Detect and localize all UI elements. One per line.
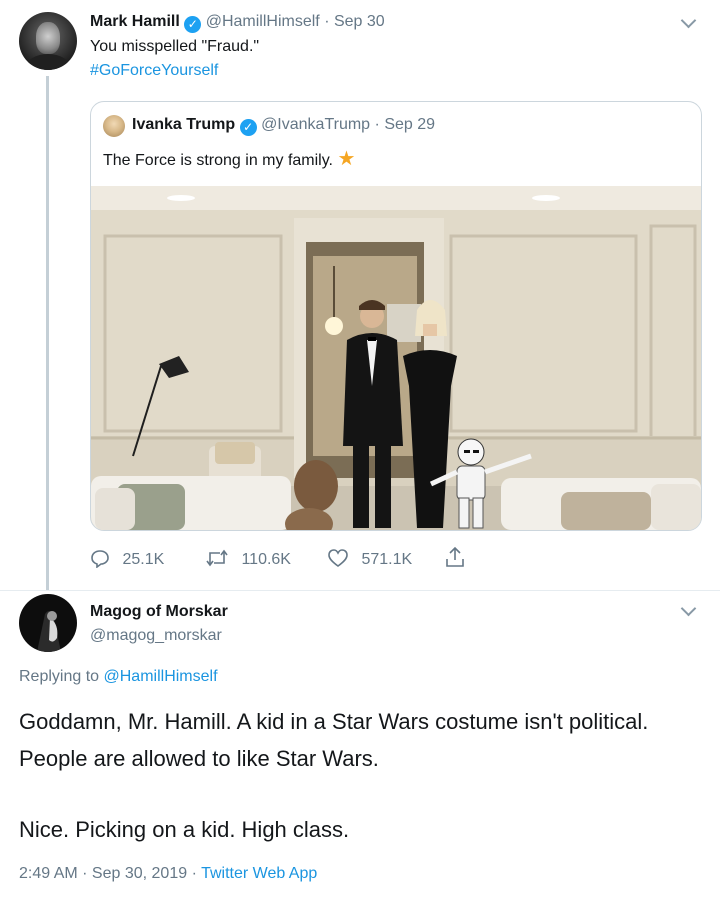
tweet1-handle[interactable]: @HamillHimself <box>206 13 320 30</box>
reply-footer: 2:49 AM · Sep 30, 2019 · Twitter Web App <box>19 865 318 882</box>
chevron-down-icon[interactable] <box>680 12 697 29</box>
replying-to: Replying to @HamillHimself <box>19 668 218 685</box>
verified-badge-icon: ✓ <box>184 16 202 33</box>
tweet1-hashtag[interactable]: #GoForceYourself <box>90 62 218 80</box>
tweet1-date[interactable]: Sep 30 <box>334 13 385 30</box>
like-count: 571.1K <box>361 551 413 568</box>
tweet1-text: You misspelled "Fraud." <box>90 38 260 55</box>
quoted-author-name: Ivanka Trump <box>132 116 236 133</box>
chevron-down-icon[interactable] <box>680 600 697 617</box>
divider <box>0 590 720 591</box>
retweet-count: 110.6K <box>241 551 291 568</box>
reply-paragraph-1: Goddamn, Mr. Hamill. A kid in a Star War… <box>19 709 649 771</box>
avatar-mark-hamill[interactable] <box>19 12 77 70</box>
avatar-ivanka-trump <box>103 115 125 137</box>
tweet1-header: Mark Hamill ✓ @HamillHimself · Sep 30 <box>90 13 385 33</box>
like-icon <box>328 549 348 567</box>
quoted-tweet-card[interactable]: Ivanka Trump ✓ @IvankaTrump · Sep 29 The… <box>90 101 702 531</box>
tweet1-author-name[interactable]: Mark Hamill <box>90 13 180 30</box>
share-icon <box>446 546 464 567</box>
verified-badge-icon: ✓ <box>239 119 257 136</box>
replying-to-handle[interactable]: @HamillHimself <box>104 668 218 685</box>
retweet-icon <box>206 549 228 567</box>
quoted-handle: @IvankaTrump <box>261 116 371 133</box>
reply-client[interactable]: Twitter Web App <box>201 865 317 882</box>
thread-line <box>46 76 49 590</box>
reply-timestamp[interactable]: 2:49 AM · Sep 30, 2019 <box>19 865 187 882</box>
like-action[interactable]: 571.1K <box>327 548 412 569</box>
quoted-header: Ivanka Trump ✓ @IvankaTrump · Sep 29 <box>132 116 436 136</box>
quoted-date: Sep 29 <box>384 116 436 133</box>
star-emoji: ★ <box>337 148 356 170</box>
reply-handle[interactable]: @magog_morskar <box>90 627 222 645</box>
reply-author-name[interactable]: Magog of Morskar <box>90 603 228 621</box>
photo-illustration <box>91 186 701 530</box>
quoted-photo[interactable] <box>91 186 701 530</box>
reply-icon <box>91 550 109 569</box>
quoted-text: The Force is strong in my family. <box>103 152 333 169</box>
reply-paragraph-2: Nice. Picking on a kid. High class. <box>19 817 350 842</box>
avatar-art <box>37 611 61 652</box>
retweet-action[interactable]: 110.6K <box>205 548 291 569</box>
quoted-text-row: The Force is strong in my family. ★ <box>103 146 355 171</box>
avatar-magog[interactable] <box>19 594 77 652</box>
reply-count: 25.1K <box>122 551 165 568</box>
reply-action[interactable]: 25.1K <box>90 548 164 569</box>
share-action[interactable] <box>444 546 466 573</box>
